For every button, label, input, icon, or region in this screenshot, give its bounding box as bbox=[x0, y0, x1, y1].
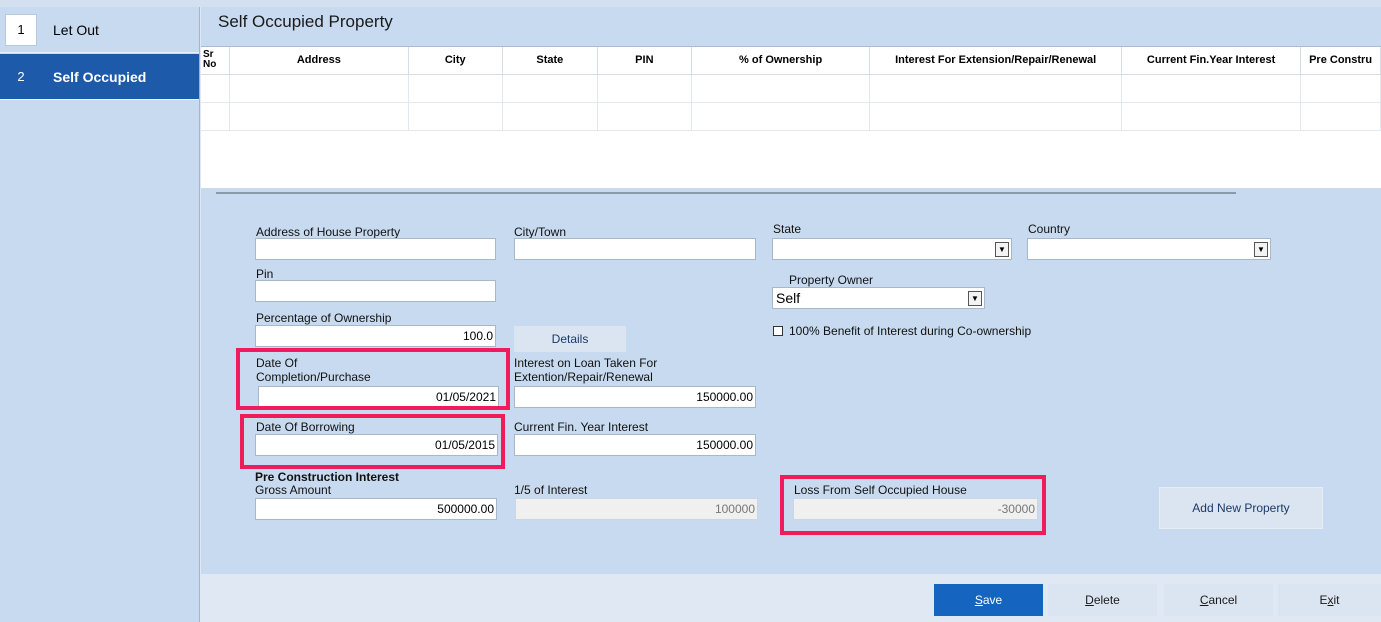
sidebar-item-self-occupied[interactable]: 2 Self Occupied bbox=[0, 54, 199, 100]
chevron-down-icon[interactable]: ▼ bbox=[995, 242, 1009, 257]
sidebar-item-number: 1 bbox=[5, 13, 37, 46]
property-owner-label: Property Owner bbox=[789, 273, 874, 287]
delete-button[interactable]: Delete bbox=[1048, 584, 1157, 616]
column-header-city[interactable]: City bbox=[408, 47, 503, 75]
property-grid[interactable]: Sr No Address City State PIN % of Owners… bbox=[201, 46, 1381, 188]
state-label: State bbox=[773, 222, 802, 236]
delete-label: elete bbox=[1093, 593, 1120, 607]
address-input[interactable] bbox=[255, 238, 496, 260]
delete-accesskey: D bbox=[1085, 593, 1094, 607]
column-header-state[interactable]: State bbox=[502, 47, 598, 75]
cancel-label: ancel bbox=[1208, 593, 1238, 607]
ownership-input[interactable]: 100.0 bbox=[255, 325, 496, 347]
cancel-accesskey: C bbox=[1199, 593, 1209, 607]
country-label: Country bbox=[1028, 222, 1071, 236]
benefit-checkbox-label: 100% Benefit of Interest during Co-owner… bbox=[789, 324, 1032, 338]
property-owner-select[interactable]: Self ▼ bbox=[772, 287, 985, 309]
sidebar-item-let-out[interactable]: 1 Let Out bbox=[0, 7, 199, 53]
current-interest-label: Current Fin. Year Interest bbox=[514, 420, 649, 434]
table-row[interactable] bbox=[201, 74, 1381, 103]
highlight-box-completion bbox=[236, 348, 510, 410]
exit-label-start: E bbox=[1319, 593, 1328, 607]
current-interest-input[interactable]: 150000.00 bbox=[514, 434, 756, 456]
column-header-pin[interactable]: PIN bbox=[597, 47, 693, 75]
city-label: City/Town bbox=[514, 225, 567, 239]
sidebar-item-label: Let Out bbox=[53, 21, 99, 38]
gross-amount-input[interactable]: 500000.00 bbox=[255, 498, 497, 520]
column-header-current-interest[interactable]: Current Fin.Year Interest bbox=[1121, 47, 1302, 75]
column-header-interest-extension[interactable]: Interest For Extension/Repair/Renewal bbox=[869, 47, 1123, 75]
sidebar: 1 Let Out 2 Self Occupied bbox=[0, 7, 200, 622]
loan-interest-label-line1: Interest on Loan Taken For bbox=[514, 356, 658, 370]
gross-amount-label: Gross Amount bbox=[255, 483, 332, 497]
save-accesskey: S bbox=[974, 593, 983, 607]
property-owner-value: Self bbox=[776, 290, 801, 306]
city-input[interactable] bbox=[514, 238, 756, 260]
fifth-interest-label: 1/5 of Interest bbox=[514, 483, 588, 497]
column-header-label: Sr No bbox=[203, 49, 217, 71]
benefit-checkbox[interactable] bbox=[773, 326, 783, 336]
highlight-box-borrowing bbox=[240, 414, 505, 469]
chevron-down-icon[interactable]: ▼ bbox=[968, 291, 982, 306]
sidebar-item-label: Self Occupied bbox=[53, 68, 147, 85]
fifth-interest-input: 100000 bbox=[515, 498, 758, 520]
page-title: Self Occupied Property bbox=[218, 12, 393, 31]
horizontal-scrollbar[interactable] bbox=[216, 192, 1236, 194]
pin-input[interactable] bbox=[255, 280, 496, 302]
top-strip bbox=[0, 0, 1381, 7]
exit-label-end: it bbox=[1333, 593, 1340, 607]
cancel-button[interactable]: Cancel bbox=[1164, 584, 1273, 616]
highlight-box-loss bbox=[780, 475, 1046, 535]
exit-button[interactable]: Ex it bbox=[1278, 584, 1381, 616]
column-header-address[interactable]: Address bbox=[229, 47, 409, 75]
ownership-label: Percentage of Ownership bbox=[256, 311, 392, 325]
details-button[interactable]: Details bbox=[514, 326, 626, 352]
address-label: Address of House Property bbox=[256, 225, 401, 239]
save-label: ave bbox=[982, 593, 1003, 607]
sidebar-item-number: 2 bbox=[17, 69, 25, 84]
benefit-checkbox-row[interactable]: 100% Benefit of Interest during Co-owner… bbox=[773, 324, 1031, 338]
loan-interest-input[interactable]: 150000.00 bbox=[514, 386, 756, 408]
save-button[interactable]: Save bbox=[934, 584, 1043, 616]
column-header-ownership[interactable]: % of Ownership bbox=[691, 47, 871, 75]
column-header-sr-no[interactable]: Sr No bbox=[201, 47, 231, 75]
pre-construction-heading: Pre Construction Interest bbox=[255, 470, 400, 484]
table-row[interactable] bbox=[201, 102, 1381, 131]
add-new-property-button[interactable]: Add New Property bbox=[1159, 487, 1323, 529]
state-select[interactable]: ▼ bbox=[772, 238, 1012, 260]
column-header-pre-construction[interactable]: Pre Constru bbox=[1300, 47, 1381, 75]
country-select[interactable]: ▼ bbox=[1027, 238, 1271, 260]
loan-interest-label-line2: Extention/Repair/Renewal bbox=[514, 370, 653, 384]
pin-label: Pin bbox=[256, 267, 274, 281]
chevron-down-icon[interactable]: ▼ bbox=[1254, 242, 1268, 257]
